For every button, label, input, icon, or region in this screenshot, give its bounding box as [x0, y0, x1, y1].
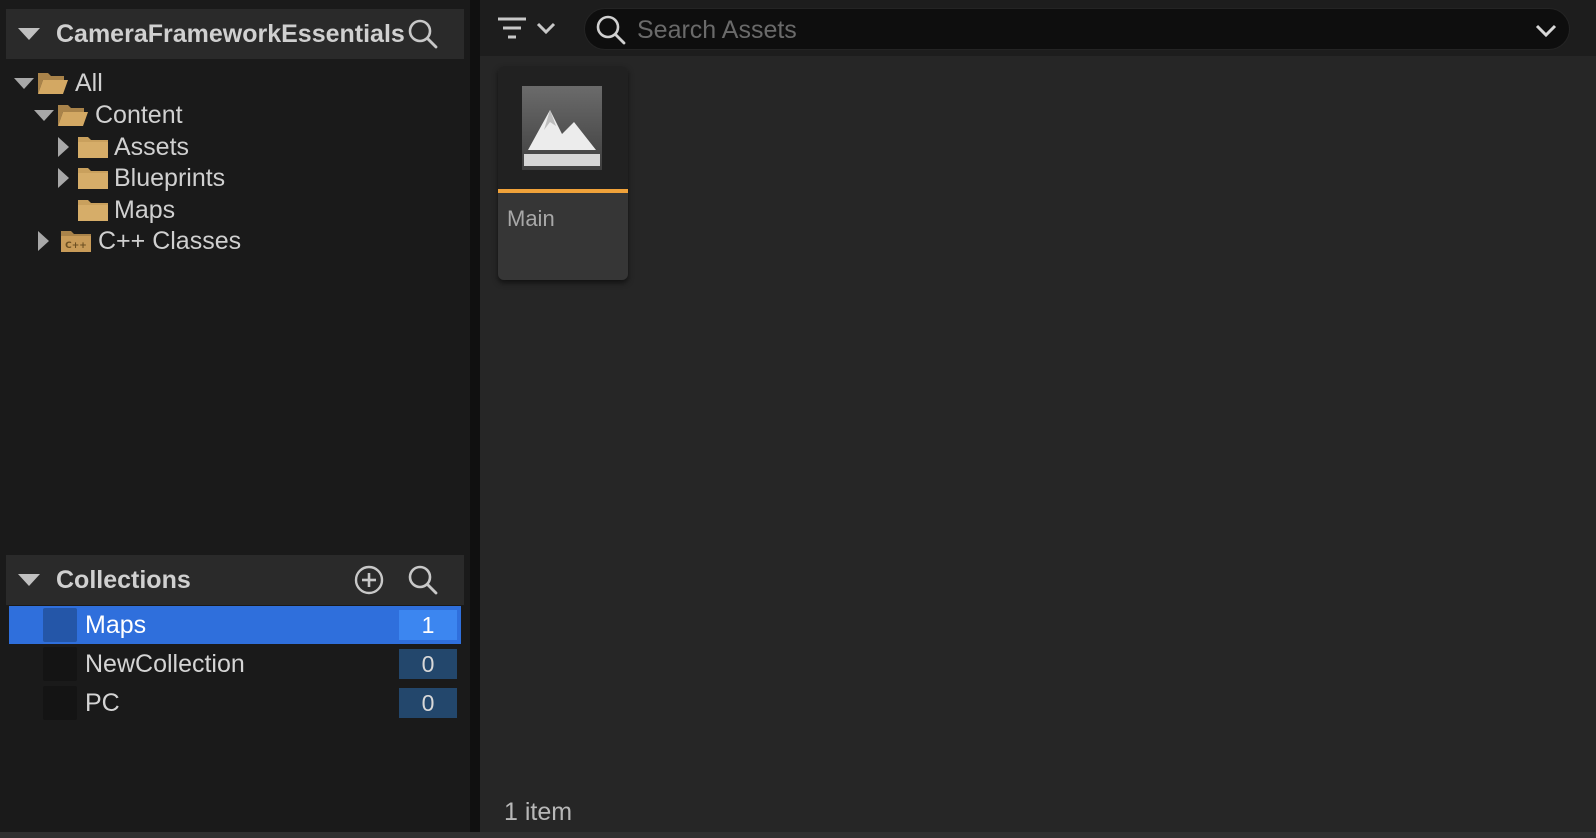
sources-panel: CameraFrameworkEssentials All Content As… [0, 0, 470, 838]
add-collection-icon[interactable] [353, 564, 385, 596]
folder-tree: All Content Assets Blueprints Maps C++ C… [6, 62, 464, 546]
collection-item-pc[interactable]: PC 0 [9, 684, 461, 722]
chevron-down-icon[interactable] [1533, 17, 1559, 48]
collection-count-badge: 1 [399, 610, 457, 640]
item-count-status: 1 item [504, 798, 573, 826]
svg-text:C++: C++ [65, 241, 87, 251]
collection-checkbox[interactable] [43, 647, 77, 681]
collection-count-badge: 0 [399, 688, 457, 718]
collections-header[interactable]: Collections [6, 555, 464, 605]
asset-type-color-bar [498, 189, 628, 193]
tree-item-label: Assets [114, 132, 190, 161]
collection-count-badge: 0 [399, 649, 457, 679]
collection-name: NewCollection [85, 649, 245, 678]
panel-splitter[interactable] [470, 0, 480, 838]
level-map-icon [522, 86, 602, 170]
tree-item-content[interactable]: Content [6, 100, 464, 130]
folder-open-icon [58, 105, 88, 126]
tree-item-label: Blueprints [114, 163, 226, 192]
search-icon [595, 14, 627, 51]
search-icon[interactable] [407, 18, 439, 50]
folder-open-icon [38, 73, 68, 94]
folder-icon [78, 200, 108, 221]
collapse-caret-icon[interactable] [18, 574, 40, 586]
asset-name: Main [507, 206, 555, 231]
collapsed-arrow-icon[interactable] [58, 137, 69, 157]
tree-item-maps[interactable]: Maps [6, 195, 464, 225]
tree-item-blueprints[interactable]: Blueprints [6, 163, 464, 193]
search-icon[interactable] [407, 564, 439, 596]
expanded-arrow-icon[interactable] [34, 110, 54, 121]
collections-title: Collections [56, 565, 191, 594]
asset-toolbar [480, 0, 1596, 56]
filter-button[interactable] [496, 12, 566, 46]
tree-item-label: C++ Classes [98, 226, 242, 255]
tree-item-label: Content [95, 100, 183, 129]
source-tree-header[interactable]: CameraFrameworkEssentials [6, 9, 464, 59]
chevron-down-icon [536, 22, 556, 35]
folder-icon [78, 168, 108, 189]
collapsed-arrow-icon[interactable] [58, 168, 69, 188]
collection-name: Maps [85, 610, 147, 639]
filter-icon [498, 17, 526, 39]
tree-item-cpp-classes[interactable]: C++ C++ Classes [6, 226, 464, 256]
tree-item-label: All [75, 68, 103, 97]
collapsed-arrow-icon[interactable] [38, 231, 49, 251]
collapse-caret-icon[interactable] [18, 28, 40, 40]
tree-item-all[interactable]: All [6, 68, 464, 98]
search-input[interactable] [637, 13, 1497, 47]
collection-name: PC [85, 688, 120, 717]
cpp-folder-icon: C++ [61, 231, 91, 252]
asset-tile[interactable]: Main [498, 66, 628, 280]
tree-item-assets[interactable]: Assets [6, 132, 464, 162]
search-box[interactable] [584, 8, 1570, 50]
bottom-border [0, 832, 1596, 838]
collection-item-newcollection[interactable]: NewCollection 0 [9, 645, 461, 683]
asset-view-panel: Main 1 item [480, 0, 1596, 838]
tree-item-label: Maps [114, 195, 176, 224]
collection-checkbox[interactable] [43, 608, 77, 642]
project-title: CameraFrameworkEssentials [56, 19, 405, 48]
collection-item-maps[interactable]: Maps 1 [9, 606, 461, 644]
expanded-arrow-icon[interactable] [14, 78, 34, 89]
collection-checkbox[interactable] [43, 686, 77, 720]
folder-icon [78, 137, 108, 158]
